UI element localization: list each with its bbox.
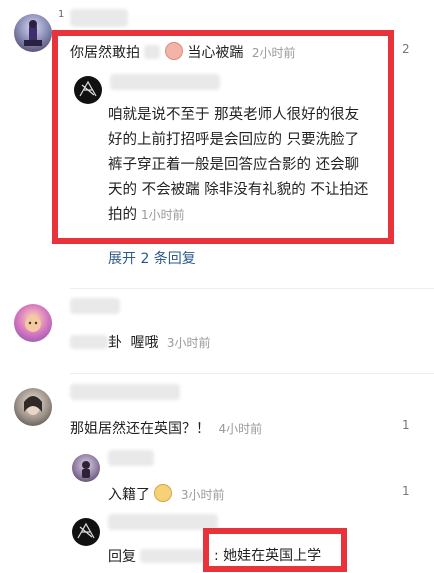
avatar[interactable]	[14, 14, 52, 52]
username-blurred[interactable]	[108, 514, 218, 530]
comment-text: 卦 喔哦 3小时前	[70, 332, 211, 352]
timestamp: 3小时前	[180, 488, 225, 502]
name-fragment: 卦	[108, 335, 122, 351]
avatar[interactable]	[14, 388, 52, 426]
reply-text: 入籍了 3小时前	[108, 484, 225, 504]
username-blurred[interactable]	[108, 450, 154, 466]
highlight-box	[52, 30, 394, 244]
username-blurred[interactable]	[70, 384, 180, 400]
mention-blurred	[140, 549, 205, 563]
like-count[interactable]: 1	[402, 484, 410, 498]
timestamp: 4小时前	[218, 422, 263, 436]
like-count[interactable]: 2	[402, 42, 410, 56]
avatar-figure-icon	[82, 461, 90, 478]
avatar-figure-icon	[24, 20, 42, 46]
username-fragment: 1	[58, 9, 65, 20]
timestamp: 3小时前	[166, 336, 211, 350]
divider	[70, 373, 434, 374]
reply-content: 入籍了	[108, 487, 150, 503]
comment-content: 喔哦	[130, 335, 159, 351]
like-count[interactable]: 1	[402, 418, 410, 432]
divider	[70, 288, 434, 289]
highlighted-reply-text: : 她娃在英国上学	[214, 548, 322, 564]
avatar-logo-icon	[77, 522, 95, 539]
avatar[interactable]	[14, 304, 52, 342]
reply-prefix: 回复	[108, 549, 136, 565]
comment-text: 那姐居然还在英国？！ 4小时前	[70, 418, 262, 438]
comment-content: 那姐居然还在英国？！	[70, 421, 210, 437]
laughing-emoji-icon	[154, 484, 173, 502]
username-blurred[interactable]	[70, 9, 128, 27]
avatar-face-icon	[25, 316, 41, 332]
reply-text: 回复	[108, 546, 205, 566]
name-blurred	[70, 335, 108, 349]
avatar-portrait-icon	[24, 396, 42, 415]
expand-replies-link[interactable]: 展开 2 条回复	[108, 248, 196, 268]
avatar[interactable]	[72, 518, 100, 546]
avatar[interactable]	[72, 454, 100, 482]
username-blurred[interactable]	[70, 298, 120, 314]
